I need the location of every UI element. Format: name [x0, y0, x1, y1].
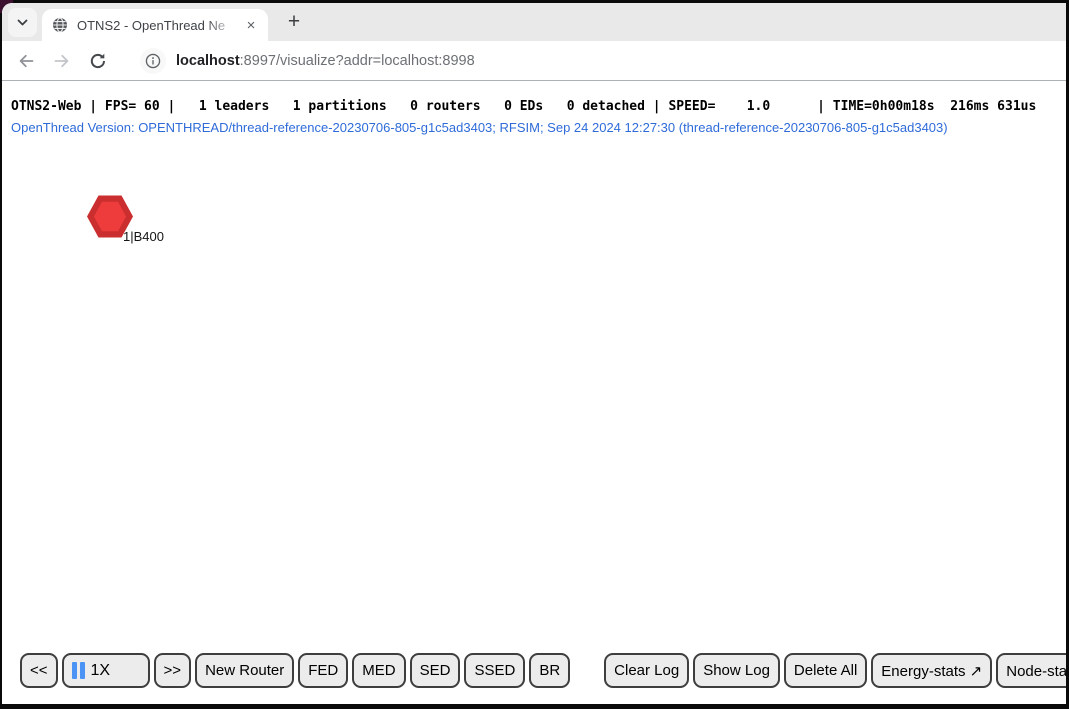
url-path: :8997/visualize?addr=localhost:8998 — [240, 53, 475, 69]
globe-favicon-icon — [52, 17, 68, 33]
ssed-button[interactable]: SSED — [464, 653, 525, 688]
new-tab-button[interactable]: + — [280, 8, 308, 36]
simulation-canvas[interactable]: OTNS2-Web | FPS= 60 | 1 leaders 1 partit… — [2, 82, 1066, 704]
tab-otns2[interactable]: OTNS2 - OpenThread Ne × — [42, 9, 268, 41]
energy-stats-button[interactable]: Energy-stats ↗ — [871, 653, 992, 688]
speed-down-button[interactable]: << — [20, 653, 58, 688]
browser-window: OTNS2 - OpenThread Ne × + — [0, 0, 1069, 709]
pause-icon — [72, 662, 85, 679]
url-host: localhost — [176, 53, 240, 69]
page-info-button[interactable] — [140, 48, 166, 74]
fed-button[interactable]: FED — [298, 653, 348, 688]
refresh-icon — [88, 51, 108, 71]
url-bar[interactable]: localhost:8997/visualize?addr=localhost:… — [134, 45, 1056, 77]
openthread-version-line: OpenThread Version: OPENTHREAD/thread-re… — [11, 120, 948, 136]
sed-button[interactable]: SED — [410, 653, 461, 688]
tab-close-icon[interactable]: × — [242, 16, 260, 34]
show-log-button[interactable]: Show Log — [693, 653, 780, 688]
simulation-status-line: OTNS2-Web | FPS= 60 | 1 leaders 1 partit… — [11, 99, 1036, 115]
delete-all-button[interactable]: Delete All — [784, 653, 867, 688]
back-arrow-icon — [16, 51, 36, 71]
chevron-down-icon — [16, 18, 29, 27]
tab-search-button[interactable] — [8, 8, 37, 37]
url-text: localhost:8997/visualize?addr=localhost:… — [176, 53, 475, 69]
speed-up-button[interactable]: >> — [154, 653, 192, 688]
browser-toolbar: localhost:8997/visualize?addr=localhost:… — [2, 41, 1066, 81]
pause-speed-button[interactable]: 1X — [62, 653, 150, 688]
clear-log-button[interactable]: Clear Log — [604, 653, 689, 688]
info-icon — [144, 52, 162, 70]
node-stats-button[interactable]: Node-stats ↗ — [996, 653, 1066, 688]
br-button[interactable]: BR — [529, 653, 570, 688]
speed-label: 1X — [91, 662, 111, 680]
action-bar: << 1X >> New Router FED MED SED SSED BR … — [20, 653, 1066, 688]
refresh-button[interactable] — [84, 47, 112, 75]
forward-arrow-icon — [52, 51, 72, 71]
new-router-button[interactable]: New Router — [195, 653, 294, 688]
med-button[interactable]: MED — [352, 653, 405, 688]
back-button[interactable] — [12, 47, 40, 75]
tab-strip: OTNS2 - OpenThread Ne × + — [2, 3, 1066, 41]
node-label: 1|B400 — [123, 229, 164, 244]
tab-title: OTNS2 - OpenThread Ne — [77, 18, 242, 33]
forward-button[interactable] — [48, 47, 76, 75]
